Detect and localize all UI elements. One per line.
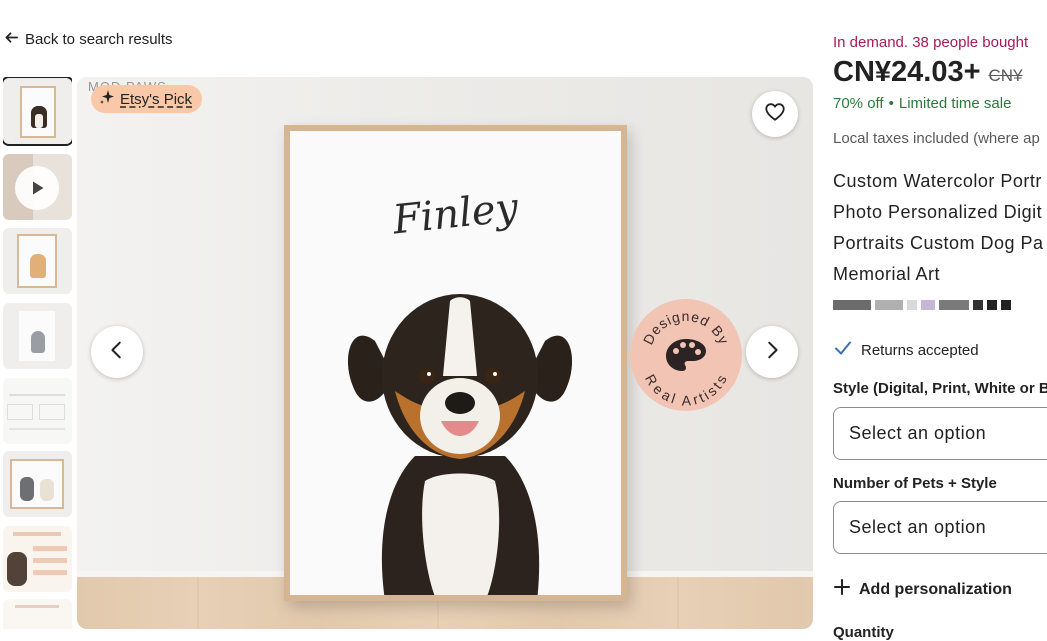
thumbnail-3[interactable] [3,228,72,294]
chevron-right-icon [761,339,783,366]
separator-dot: • [888,95,894,112]
returns-accepted: Returns accepted [833,338,979,362]
back-to-search-link[interactable]: Back to search results [4,30,173,49]
designed-by-real-artists-stamp: Designed By Real Artists [630,299,742,411]
back-link-label: Back to search results [25,31,173,48]
quantity-label: Quantity [833,624,894,641]
style-label: Style (Digital, Print, White or B [833,380,1047,397]
add-personalization-button[interactable]: Add personalization [833,578,1012,601]
thumbnail-8[interactable] [3,599,72,629]
sparkle-icon [99,89,115,109]
number-of-pets-select[interactable]: Select an option [833,501,1047,554]
arrow-left-icon [4,30,19,49]
add-personalization-label: Add personalization [859,580,1012,598]
shop-info-obscured [833,300,1011,312]
returns-label: Returns accepted [861,341,979,359]
chevron-left-icon [106,339,128,366]
listing-title: Custom Watercolor Portr Photo Personaliz… [833,171,1044,284]
taxes-note: Local taxes included (where ap [833,130,1040,147]
thumbnail-7[interactable] [3,526,72,592]
badge-label: Etsy's Pick [120,90,193,108]
listing-info-panel: In demand. 38 people bought CN¥24.03+ CN… [833,0,1047,641]
thumbnail-1[interactable] [3,77,72,146]
thumbnail-5[interactable] [3,378,72,444]
pet-name-script: Finley [390,184,521,244]
discount-row: 70% off • Limited time sale [833,95,1011,112]
palette-icon [666,339,706,371]
etsys-pick-badge[interactable]: Etsy's Pick [91,85,203,113]
next-image-button[interactable] [746,326,798,378]
check-icon [833,338,853,362]
original-price: CN¥ [988,66,1023,85]
heart-icon [764,101,786,128]
stamp-bottom-text: Real Artists [642,372,729,409]
number-of-pets-label: Number of Pets + Style [833,475,997,492]
plus-icon [833,578,851,601]
portrait-canvas: Finley [290,131,621,595]
svg-text:Real Artists: Real Artists [642,372,730,409]
thumbnail-4[interactable] [3,303,72,369]
favorite-button[interactable] [752,91,798,137]
sale-text: Limited time sale [898,95,1012,112]
previous-image-button[interactable] [91,326,143,378]
thumbnail-2-video[interactable] [3,154,72,220]
demand-text: In demand. 38 people bought [833,34,1029,51]
dog-portrait-illustration [347,294,573,595]
play-icon [15,166,59,210]
style-select[interactable]: Select an option [833,407,1047,460]
current-price: CN¥24.03+ [833,56,981,88]
main-listing-image: MOD PAWS Finley [77,77,813,629]
discount-percent: 70% off [833,95,884,112]
thumbnail-6[interactable] [3,451,72,517]
thumbnail-strip [3,77,72,629]
portrait-frame: Finley [284,125,627,601]
price-row: CN¥24.03+ CN¥ [833,56,1023,89]
